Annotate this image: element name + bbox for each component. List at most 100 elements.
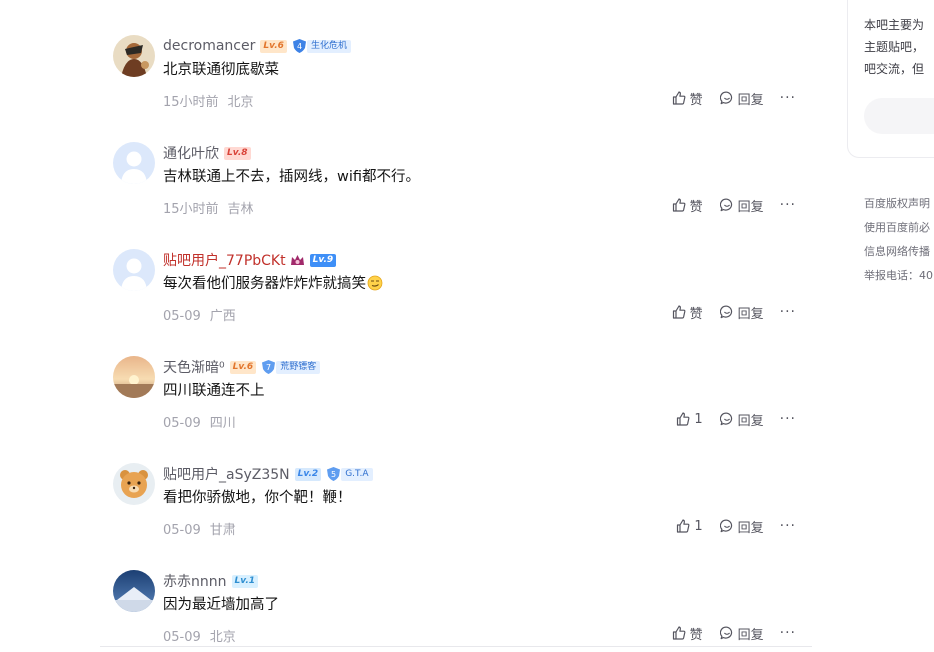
more-dots-icon[interactable]: ··· <box>780 625 796 641</box>
comment-item: 贴吧用户_77PbCKt Lv.9 每次看他们服务器炸炸炸就搞笑 05-09 广西… <box>100 249 812 356</box>
reply-button[interactable]: 回复 <box>719 517 764 536</box>
more-dots-icon[interactable]: ··· <box>780 518 796 534</box>
reply-label: 回复 <box>737 627 764 643</box>
level-badge: Lv.9 <box>309 253 337 267</box>
reply-button[interactable]: 回复 <box>719 89 764 108</box>
badge-title: 生化危机 <box>306 39 351 53</box>
reply-button[interactable]: 回复 <box>719 196 764 215</box>
post-time: 15小时前 <box>163 95 219 110</box>
badge-number: 4 <box>297 42 302 51</box>
reply-label: 回复 <box>737 199 764 215</box>
comment-meta: 15小时前 吉林 <box>163 198 254 217</box>
comment-text: 吉林联通上不去，插网线，wifi都不行。 <box>163 169 421 185</box>
badge-number: 5 <box>331 470 336 479</box>
comment-item: 赤赤nnnn Lv.1 因为最近墙加高了 05-09 北京 赞 回复 ··· <box>100 570 812 652</box>
comment-text: 四川联通连不上 <box>163 383 265 399</box>
comment-actions: 赞 回复 ··· <box>655 195 796 215</box>
username[interactable]: 通化叶欣 <box>163 143 219 163</box>
smirk-emoji-icon <box>367 275 383 295</box>
like-count: 1 <box>694 518 703 534</box>
post-time: 05-09 <box>163 416 201 431</box>
reply-bubble-icon <box>719 626 732 640</box>
forum-intro-text: 本吧主要为 主题贴吧， 吧交流，但 <box>864 14 924 80</box>
forum-title-badge: 7 荒野镖客 <box>262 360 321 374</box>
avatar[interactable] <box>113 570 155 612</box>
level-badge: Lv.8 <box>224 146 251 160</box>
like-button[interactable]: 1 <box>676 518 703 534</box>
more-dots-icon[interactable]: ··· <box>780 90 796 106</box>
footer-link[interactable]: 使用百度前必 <box>864 216 933 240</box>
like-label: 赞 <box>689 92 703 108</box>
footer-text: 举报电话：40 <box>864 269 933 282</box>
author-row: 贴吧用户_aSyZ35N Lv.2 5 G.T.A <box>163 465 373 483</box>
thumbs-up-icon <box>672 305 686 319</box>
reply-bubble-icon <box>719 519 732 533</box>
avatar[interactable] <box>113 463 155 505</box>
intro-line: 吧交流，但 <box>864 62 925 76</box>
comment-item: decromancer Lv.6 4 生化危机 北京联通彻底歇菜 15小时前 北京… <box>100 35 812 142</box>
like-count: 1 <box>694 411 703 427</box>
more-dots-icon[interactable]: ··· <box>780 304 796 320</box>
avatar[interactable] <box>113 142 155 184</box>
comment-actions: 赞 回复 ··· <box>655 302 796 322</box>
author-row: 天色渐暗⁰ Lv.6 7 荒野镖客 <box>163 357 321 377</box>
username[interactable]: 赤赤nnnn <box>163 571 227 591</box>
avatar[interactable] <box>113 356 155 398</box>
comment-item: 贴吧用户_aSyZ35N Lv.2 5 G.T.A 看把你骄傲地，你个靶！鞭！ … <box>100 463 812 570</box>
like-button[interactable]: 赞 <box>672 303 703 322</box>
username[interactable]: 贴吧用户_77PbCKt <box>163 250 286 270</box>
comment-meta: 05-09 甘肃 <box>163 519 236 538</box>
reply-button[interactable]: 回复 <box>719 303 764 322</box>
comment-feed: decromancer Lv.6 4 生化危机 北京联通彻底歇菜 15小时前 北京… <box>100 0 812 652</box>
comment-text: 看把你骄傲地，你个靶！鞭！ <box>163 490 352 506</box>
avatar[interactable] <box>113 249 155 291</box>
footer-link[interactable]: 百度版权声明 <box>864 192 933 216</box>
thumbs-up-icon <box>672 198 686 212</box>
comment-meta: 05-09 四川 <box>163 412 236 431</box>
like-button[interactable]: 赞 <box>672 624 703 643</box>
username[interactable]: decromancer <box>163 38 255 54</box>
crown-icon <box>290 253 305 268</box>
like-button[interactable]: 赞 <box>672 89 703 108</box>
comment-actions: 赞 回复 ··· <box>655 88 796 108</box>
reply-button[interactable]: 回复 <box>719 410 764 429</box>
reply-button[interactable]: 回复 <box>719 624 764 643</box>
like-button[interactable]: 1 <box>676 411 703 427</box>
shield-badge-icon: 7 <box>262 360 276 374</box>
author-row: 赤赤nnnn Lv.1 <box>163 571 259 591</box>
like-button[interactable]: 赞 <box>672 196 703 215</box>
feed-divider <box>100 646 812 647</box>
ip-location: 四川 <box>209 416 236 431</box>
reply-bubble-icon <box>719 412 732 426</box>
comment-actions: 1 回复 ··· <box>659 409 796 429</box>
level-badge: Lv.2 <box>294 467 322 481</box>
ip-location: 北京 <box>209 630 236 645</box>
badge-number: 7 <box>266 363 271 372</box>
reply-bubble-icon <box>719 91 732 105</box>
more-dots-icon[interactable]: ··· <box>780 197 796 213</box>
reply-label: 回复 <box>737 413 764 429</box>
username[interactable]: 贴吧用户_aSyZ35N <box>163 464 290 484</box>
ip-location: 吉林 <box>227 202 254 217</box>
badge-title: G.T.A <box>341 467 373 481</box>
author-row: decromancer Lv.6 4 生化危机 <box>163 37 351 55</box>
level-badge: Lv.1 <box>231 574 259 588</box>
thumbs-up-icon <box>677 412 690 426</box>
author-row: 贴吧用户_77PbCKt Lv.9 <box>163 250 337 270</box>
ip-location: 北京 <box>227 95 254 110</box>
comment-meta: 05-09 北京 <box>163 626 236 645</box>
avatar[interactable] <box>113 35 155 77</box>
more-dots-icon[interactable]: ··· <box>780 411 796 427</box>
comment-text-body: 每次看他们服务器炸炸炸就搞笑 <box>163 276 366 292</box>
badge-title: 荒野镖客 <box>276 360 321 374</box>
forum-title-badge: 5 G.T.A <box>327 467 373 481</box>
footer-link[interactable]: 信息网络传播 <box>864 240 933 264</box>
comment-item: 天色渐暗⁰ Lv.6 7 荒野镖客 四川联通连不上 05-09 四川 1 回复 ·… <box>100 356 812 463</box>
thumbs-up-icon <box>677 519 690 533</box>
username[interactable]: 天色渐暗⁰ <box>163 357 225 377</box>
post-time: 05-09 <box>163 309 201 324</box>
level-badge: Lv.6 <box>229 360 257 374</box>
intro-line: 本吧主要为 <box>864 18 925 32</box>
thumbs-up-icon <box>672 626 686 640</box>
sidebar-action-button[interactable] <box>864 98 934 134</box>
